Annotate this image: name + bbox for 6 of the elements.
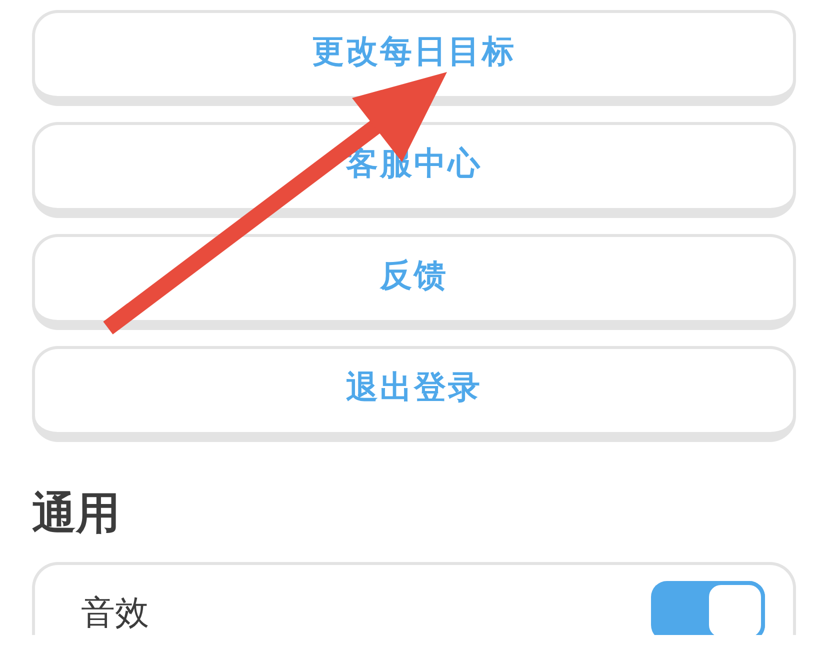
section-title: 通用 (32, 487, 120, 541)
setting-label: 音效 (81, 593, 149, 633)
toggle-switch[interactable] (651, 581, 765, 635)
menu-button[interactable]: 更改每日目标 (32, 10, 796, 106)
menu-button[interactable]: 退出登录 (32, 346, 796, 442)
menu-button[interactable]: 反馈 (32, 234, 796, 330)
